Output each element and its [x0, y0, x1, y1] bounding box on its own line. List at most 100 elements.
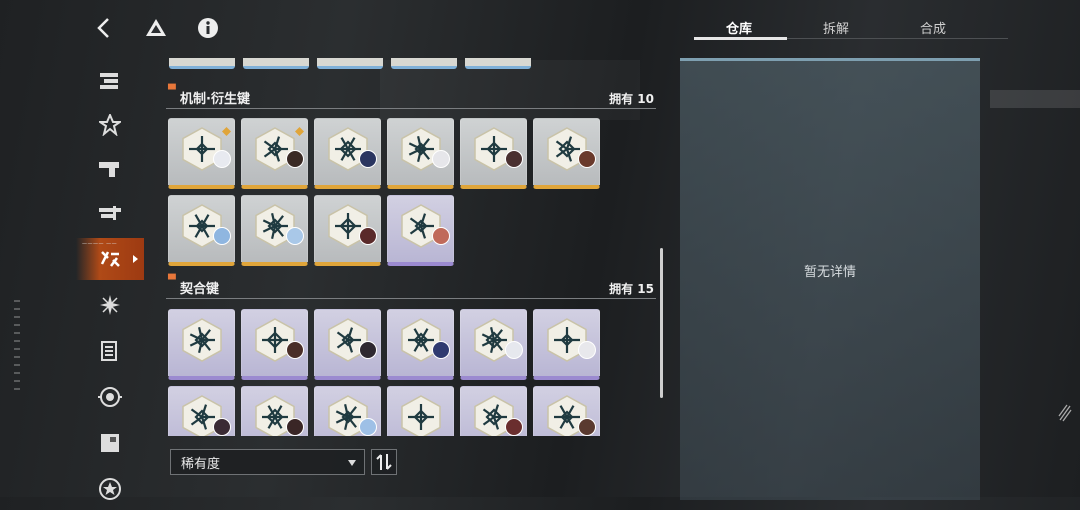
- avatar: [359, 341, 377, 359]
- sidebar-item-resonators[interactable]: [76, 104, 144, 146]
- sidebar-item-pistols[interactable]: [76, 148, 144, 190]
- avatar: [359, 418, 377, 436]
- item-card[interactable]: [241, 386, 308, 436]
- sidebar-item-bursts[interactable]: [76, 284, 144, 326]
- star-triangle-icon: [99, 114, 121, 136]
- triangle-seal-icon: [182, 318, 222, 362]
- rifle-icon: [99, 206, 121, 220]
- cross-flower-icon: [401, 395, 441, 436]
- sidebar-item-targets[interactable]: [76, 376, 144, 418]
- item-card[interactable]: [314, 118, 381, 189]
- item-card[interactable]: [314, 309, 381, 380]
- target-icon: [98, 387, 122, 407]
- avatar: [286, 150, 304, 168]
- stripe-mark-icon: [1058, 404, 1072, 422]
- item-card[interactable]: [533, 118, 600, 189]
- sort-dropdown[interactable]: 稀有度: [170, 449, 365, 475]
- avatar: [359, 150, 377, 168]
- sidebar-item-tag: ———— ——: [82, 241, 118, 247]
- tab-warehouse[interactable]: 仓库: [726, 18, 752, 37]
- item-card[interactable]: [460, 118, 527, 189]
- sort-order-icon: [376, 454, 392, 470]
- item-card[interactable]: [168, 195, 235, 266]
- avatar: [505, 418, 523, 436]
- avatar: [505, 150, 523, 168]
- section-header-derivative-keys: ▀ 机制·衍生键 拥有 10: [166, 85, 656, 109]
- fit-keys-grid: [168, 309, 600, 436]
- lock-corner-icon: [295, 121, 304, 136]
- section-count: 拥有 15: [609, 282, 654, 296]
- burst-icon: [100, 295, 120, 315]
- item-card[interactable]: [314, 386, 381, 436]
- item-card[interactable]: [168, 386, 235, 436]
- sidebar-item-rifles[interactable]: [76, 192, 144, 234]
- item-card[interactable]: [460, 386, 527, 436]
- derivative-keys-grid: [168, 118, 600, 266]
- sidebar-item-boxes[interactable]: [76, 422, 144, 464]
- avatar: [286, 227, 304, 245]
- item-card[interactable]: [241, 309, 308, 380]
- active-tab-indicator: [694, 37, 787, 40]
- item-card[interactable]: [387, 195, 454, 266]
- avatar: [213, 418, 231, 436]
- item-card[interactable]: [533, 309, 600, 380]
- divider: [166, 108, 656, 109]
- avatar: [578, 150, 596, 168]
- top-toolbar: [90, 14, 222, 42]
- avatar: [578, 418, 596, 436]
- section-marker: ▀: [168, 275, 176, 286]
- chevron-left-icon: [97, 18, 109, 38]
- section-header-fit-keys: ▀ 契合键 拥有 15: [166, 275, 656, 299]
- item-card[interactable]: [241, 195, 308, 266]
- section-marker: ▀: [168, 85, 176, 96]
- avatar: [505, 341, 523, 359]
- avatar: [286, 341, 304, 359]
- tab-dismantle[interactable]: 拆解: [823, 18, 849, 37]
- item-card[interactable]: [387, 118, 454, 189]
- avatar: [359, 227, 377, 245]
- triangle-logo-icon: [146, 19, 166, 36]
- stack-bars-icon: [100, 73, 118, 89]
- star-circle-icon: [99, 478, 121, 500]
- avatar: [432, 227, 450, 245]
- item-card[interactable]: [387, 386, 454, 436]
- drive-button[interactable]: [142, 14, 170, 42]
- sidebar-item-documents[interactable]: [76, 330, 144, 372]
- scrollbar[interactable]: [660, 248, 663, 398]
- item-card[interactable]: [168, 309, 235, 380]
- item-card[interactable]: [241, 118, 308, 189]
- box-icon: [101, 434, 119, 452]
- sort-selected-label: 稀有度: [181, 456, 221, 472]
- decorative-dots: [14, 300, 20, 390]
- item-card[interactable]: [314, 195, 381, 266]
- avatar: [213, 227, 231, 245]
- sidebar-item-keys[interactable]: ———— ——: [76, 238, 144, 280]
- back-button[interactable]: [90, 14, 118, 42]
- item-card[interactable]: [387, 309, 454, 380]
- item-detail-panel: 暂无详情: [680, 58, 980, 500]
- avatar: [286, 418, 304, 436]
- avatar: [432, 341, 450, 359]
- section-count: 拥有 10: [609, 92, 654, 106]
- category-sidebar: ———— ——: [76, 58, 144, 500]
- caret-down-icon: [348, 460, 356, 466]
- info-button[interactable]: [194, 14, 222, 42]
- tab-synthesize[interactable]: 合成: [920, 18, 946, 37]
- document-icon: [101, 341, 117, 361]
- sort-order-button[interactable]: [371, 449, 397, 475]
- sidebar-item-favorites[interactable]: [76, 468, 144, 510]
- avatar: [578, 341, 596, 359]
- inventory-list[interactable]: ▀ 机制·衍生键 拥有 10 ▀ 契合键 拥有 15: [166, 48, 658, 436]
- item-card[interactable]: [168, 118, 235, 189]
- lock-corner-icon: [222, 121, 231, 136]
- divider: [166, 298, 656, 299]
- item-card[interactable]: [460, 309, 527, 380]
- section-title: 契合键: [180, 282, 220, 297]
- item-card[interactable]: [533, 386, 600, 436]
- section-title: 机制·衍生键: [180, 92, 250, 107]
- sidebar-item-all[interactable]: [76, 60, 144, 102]
- keys-icon: [100, 251, 120, 267]
- empty-detail-text: 暂无详情: [803, 265, 856, 280]
- previous-row-peek: [169, 58, 531, 69]
- avatar: [432, 150, 450, 168]
